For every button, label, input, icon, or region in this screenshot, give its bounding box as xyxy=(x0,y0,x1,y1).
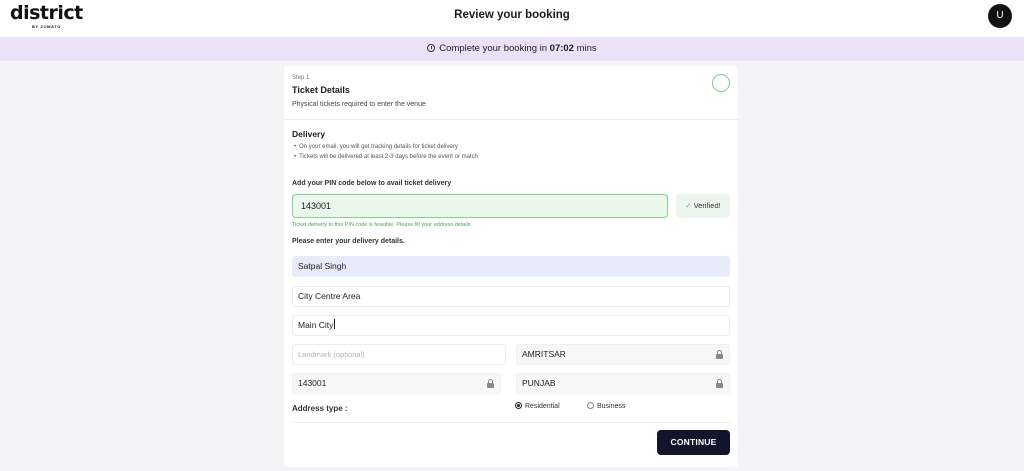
verified-label: Verified! xyxy=(693,201,721,210)
timer-value: 07:02 xyxy=(549,43,574,54)
pin-code-input[interactable]: 143001 xyxy=(292,194,668,218)
continue-button[interactable]: CONTINUE xyxy=(657,430,730,455)
step-status-circle-icon xyxy=(712,74,730,92)
delivery-title: Delivery xyxy=(292,129,326,139)
delivery-bullet: On your email, you will get tracking det… xyxy=(294,144,458,150)
verified-badge: ✓ Verified! xyxy=(676,194,730,218)
city-field: AMRITSAR xyxy=(516,344,730,365)
radio-residential[interactable]: Residential xyxy=(515,402,560,412)
lock-icon xyxy=(716,350,723,359)
pincode-field: 143001 xyxy=(292,373,501,394)
lock-icon xyxy=(716,379,723,388)
radio-business[interactable]: Business xyxy=(587,402,625,412)
pin-code-hint: Ticket delivery to this PIN code is feas… xyxy=(292,222,471,228)
radio-selected-icon xyxy=(515,402,522,409)
address-line2-input[interactable]: Main City xyxy=(292,315,730,336)
city-value: AMRITSAR xyxy=(522,349,566,359)
divider xyxy=(284,119,738,120)
check-icon: ✓ xyxy=(685,201,692,210)
ticket-details-card: Step 1 Ticket Details Physical tickets r… xyxy=(284,66,738,467)
radio-business-label: Business xyxy=(597,403,626,410)
top-bar: district BY ZOMATO Review your booking U xyxy=(0,0,1024,37)
address-line2-value: Main City xyxy=(298,320,334,330)
full-name-input[interactable]: Satpal Singh xyxy=(292,256,730,277)
delivery-details-label: Please enter your delivery details. xyxy=(292,238,405,245)
section-subtitle: Physical tickets required to enter the v… xyxy=(292,101,426,108)
landmark-placeholder: Landmark (optional) xyxy=(298,350,365,359)
timer-suffix: mins xyxy=(576,43,597,54)
delivery-bullet: Tickets will be delivered at least 2-3 d… xyxy=(294,154,478,160)
section-title: Ticket Details xyxy=(292,85,350,95)
address-type-label: Address type : xyxy=(292,404,348,413)
step-label: Step 1 xyxy=(292,75,310,81)
radio-unselected-icon xyxy=(587,402,594,409)
page-title: Review your booking xyxy=(454,9,570,21)
pin-code-label: Add your PIN code below to avail ticket … xyxy=(292,180,452,187)
divider xyxy=(292,422,730,423)
stopwatch-icon xyxy=(427,44,436,52)
booking-timer-bar: Complete your booking in 07:02 mins xyxy=(0,37,1024,61)
state-field: PUNJAB xyxy=(516,373,730,394)
pincode-value: 143001 xyxy=(298,378,327,388)
landmark-input[interactable]: Landmark (optional) xyxy=(292,344,506,365)
text-caret xyxy=(334,319,336,329)
address-line1-input[interactable]: City Centre Area xyxy=(292,286,730,307)
user-avatar[interactable]: U xyxy=(988,4,1012,28)
lock-icon xyxy=(487,379,494,388)
logo-subtitle: BY ZOMATO xyxy=(32,24,61,29)
timer-prefix: Complete your booking in xyxy=(439,43,548,54)
radio-residential-label: Residential xyxy=(525,403,560,410)
state-value: PUNJAB xyxy=(522,378,556,388)
